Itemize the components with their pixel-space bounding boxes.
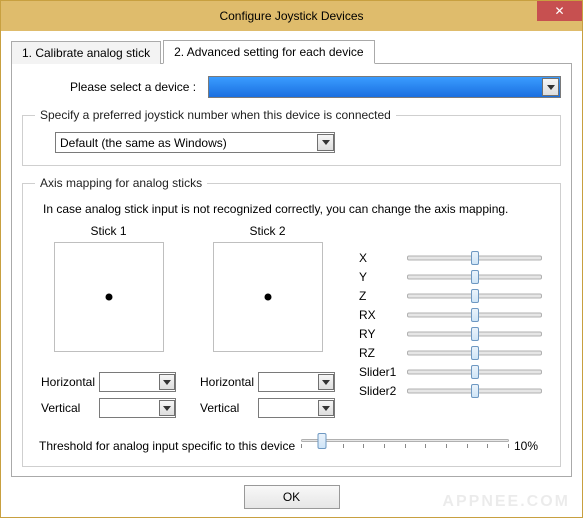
slider-y-row: Y (359, 267, 542, 286)
slider-s2-row: Slider2 (359, 381, 542, 400)
close-button[interactable]: ✕ (537, 1, 582, 21)
slider-rz-thumb[interactable] (471, 346, 479, 360)
slider-z-thumb[interactable] (471, 289, 479, 303)
slider-rz[interactable] (407, 346, 542, 360)
stick2-title: Stick 2 (249, 224, 285, 238)
slider-x[interactable] (407, 251, 542, 265)
preferred-number-select[interactable]: Default (the same as Windows) (55, 132, 335, 153)
titlebar: Configure Joystick Devices ✕ (1, 1, 582, 31)
stick1-preview (54, 242, 164, 352)
stick1-title: Stick 1 (90, 224, 126, 238)
dialog-body: 1. Calibrate analog stick 2. Advanced se… (1, 31, 582, 517)
threshold-row: Threshold for analog input specific to t… (35, 434, 548, 458)
stick2-vertical-select[interactable] (258, 398, 335, 418)
stick1-vertical-dropdown-button[interactable] (159, 400, 175, 416)
device-row: Please select a device : (22, 76, 561, 98)
slider-s2-thumb[interactable] (471, 384, 479, 398)
device-select[interactable] (208, 76, 561, 98)
slider-s1-label: Slider1 (359, 365, 407, 379)
button-row: OK (1, 485, 582, 509)
stick1-vertical-row: Vertical (41, 398, 176, 418)
threshold-ticks (301, 444, 509, 449)
tab-panel-advanced: Please select a device : Specify a prefe… (11, 63, 572, 477)
slider-ry-thumb[interactable] (471, 327, 479, 341)
slider-ry[interactable] (407, 327, 542, 341)
threshold-slider[interactable] (301, 434, 509, 458)
slider-rz-row: RZ (359, 343, 542, 362)
stick2-column: Stick 2 Horizontal Vertical (200, 224, 335, 424)
slider-x-row: X (359, 248, 542, 267)
device-select-dropdown-button[interactable] (542, 78, 559, 96)
chevron-down-icon (163, 380, 171, 385)
stick2-preview (213, 242, 323, 352)
stick2-horizontal-row: Horizontal (200, 372, 335, 392)
axis-mapping-group: Axis mapping for analog sticks In case a… (22, 176, 561, 467)
slider-y[interactable] (407, 270, 542, 284)
slider-rx-thumb[interactable] (471, 308, 479, 322)
slider-slider2[interactable] (407, 384, 542, 398)
stick1-position-dot (105, 294, 112, 301)
slider-rx[interactable] (407, 308, 542, 322)
stick2-vertical-row: Vertical (200, 398, 335, 418)
chevron-down-icon (322, 380, 330, 385)
threshold-track (301, 439, 509, 442)
threshold-value: 10% (514, 439, 544, 453)
stick1-horizontal-select[interactable] (99, 372, 176, 392)
slider-x-thumb[interactable] (471, 251, 479, 265)
axis-mapping-info: In case analog stick input is not recogn… (43, 202, 548, 216)
tab-advanced-label: 2. Advanced setting for each device (174, 45, 363, 59)
preferred-number-value: Default (the same as Windows) (60, 136, 227, 150)
slider-ry-row: RY (359, 324, 542, 343)
stick1-column: Stick 1 Horizontal Vertical (41, 224, 176, 424)
stick1-horizontal-row: Horizontal (41, 372, 176, 392)
stick2-vertical-dropdown-button[interactable] (318, 400, 334, 416)
stick1-horizontal-dropdown-button[interactable] (159, 374, 175, 390)
tabs: 1. Calibrate analog stick 2. Advanced se… (11, 39, 572, 63)
chevron-down-icon (547, 85, 555, 90)
tab-advanced[interactable]: 2. Advanced setting for each device (163, 40, 374, 64)
axis-sliders-column: X Y Z RX (359, 224, 542, 424)
stick1-vertical-select[interactable] (99, 398, 176, 418)
ok-button[interactable]: OK (244, 485, 340, 509)
close-icon: ✕ (554, 4, 564, 18)
dialog-window: Configure Joystick Devices ✕ 1. Calibrat… (0, 0, 583, 518)
chevron-down-icon (163, 406, 171, 411)
axis-mapping-legend: Axis mapping for analog sticks (35, 176, 207, 190)
preferred-number-group: Specify a preferred joystick number when… (22, 108, 561, 166)
slider-x-label: X (359, 251, 407, 265)
stick2-horizontal-label: Horizontal (200, 375, 258, 389)
slider-z-row: Z (359, 286, 542, 305)
chevron-down-icon (322, 406, 330, 411)
slider-y-label: Y (359, 270, 407, 284)
stick1-vertical-label: Vertical (41, 401, 99, 415)
stick2-position-dot (264, 294, 271, 301)
chevron-down-icon (322, 140, 330, 145)
tab-calibrate[interactable]: 1. Calibrate analog stick (11, 41, 161, 64)
slider-ry-label: RY (359, 327, 407, 341)
ok-button-label: OK (283, 490, 300, 504)
window-title: Configure Joystick Devices (219, 9, 363, 23)
slider-rx-row: RX (359, 305, 542, 324)
axis-area: Stick 1 Horizontal Vertical (35, 224, 548, 424)
threshold-label: Threshold for analog input specific to t… (39, 439, 295, 453)
stick2-horizontal-dropdown-button[interactable] (318, 374, 334, 390)
slider-rx-label: RX (359, 308, 407, 322)
tab-calibrate-label: 1. Calibrate analog stick (22, 46, 150, 60)
slider-s1-row: Slider1 (359, 362, 542, 381)
slider-slider1[interactable] (407, 365, 542, 379)
stick1-horizontal-label: Horizontal (41, 375, 99, 389)
slider-rz-label: RZ (359, 346, 407, 360)
slider-s2-label: Slider2 (359, 384, 407, 398)
slider-s1-thumb[interactable] (471, 365, 479, 379)
slider-z[interactable] (407, 289, 542, 303)
preferred-number-dropdown-button[interactable] (317, 134, 334, 151)
slider-z-label: Z (359, 289, 407, 303)
preferred-number-legend: Specify a preferred joystick number when… (35, 108, 396, 122)
device-select-label: Please select a device : (70, 80, 196, 94)
threshold-thumb[interactable] (317, 433, 326, 449)
stick2-horizontal-select[interactable] (258, 372, 335, 392)
stick2-vertical-label: Vertical (200, 401, 258, 415)
slider-y-thumb[interactable] (471, 270, 479, 284)
